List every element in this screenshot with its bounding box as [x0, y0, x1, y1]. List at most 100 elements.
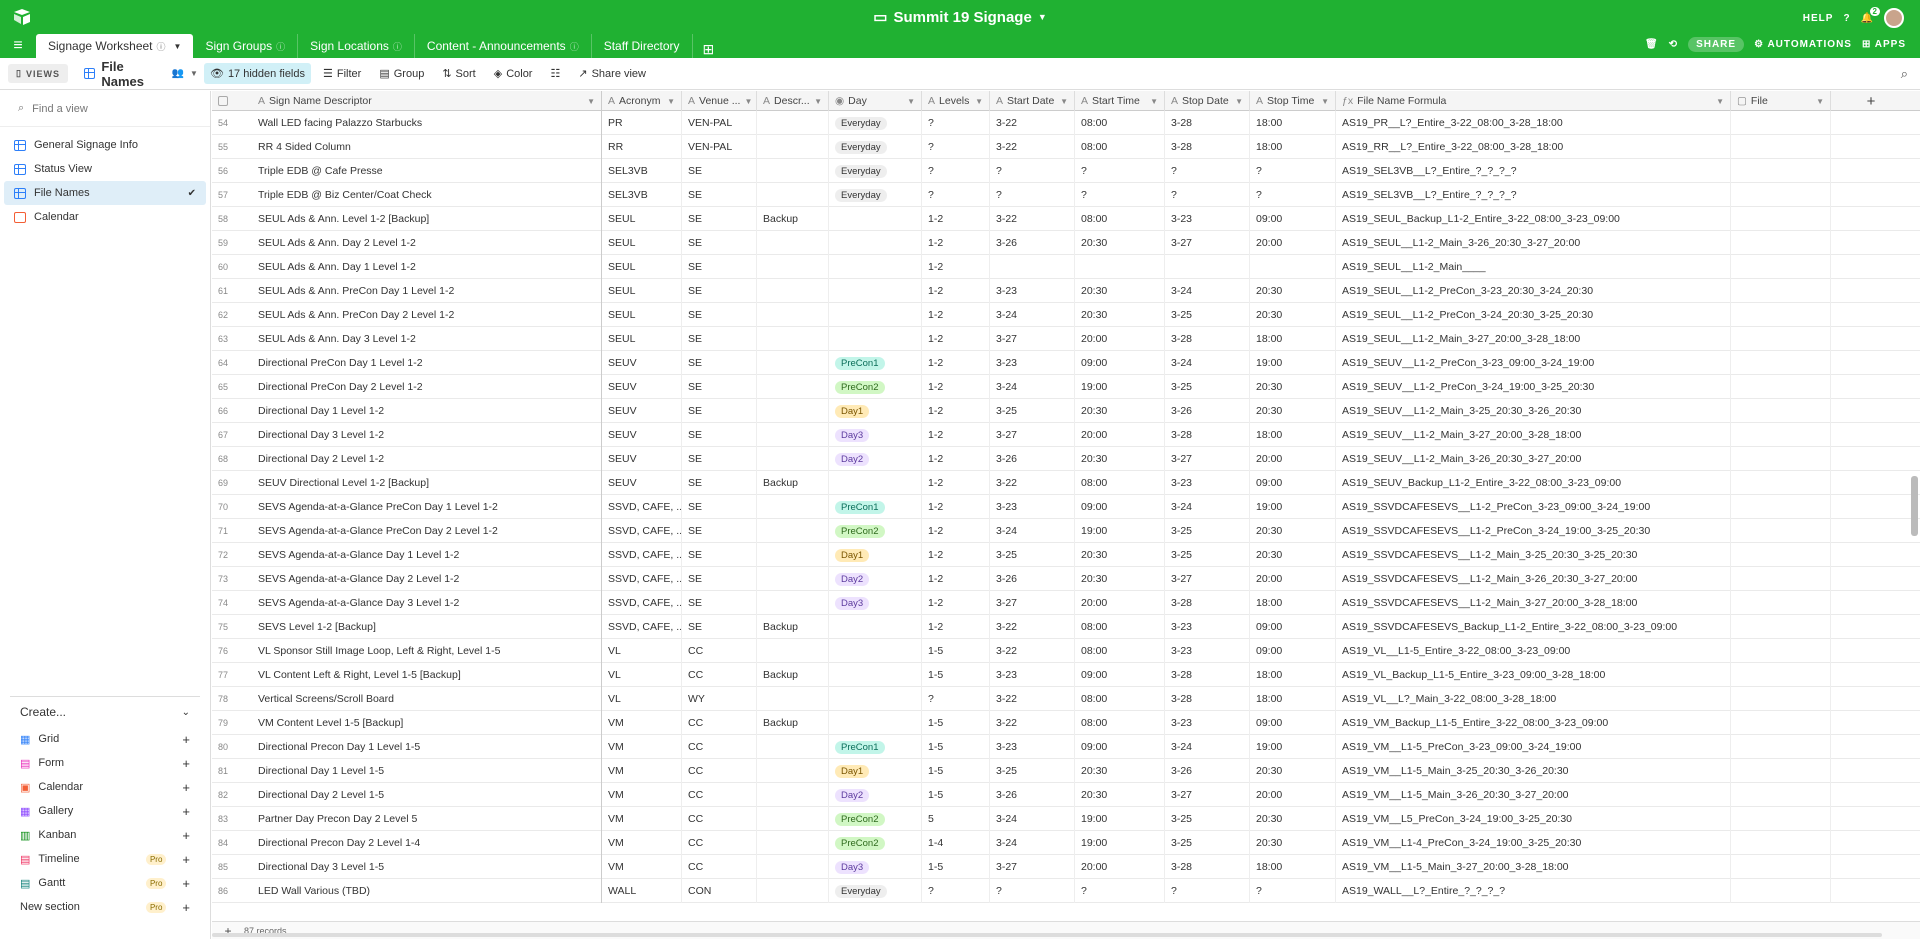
levels-cell[interactable]: 1-2	[922, 303, 990, 327]
venue-cell[interactable]: CC	[682, 759, 757, 783]
chevron-down-icon[interactable]: ▼	[1716, 97, 1724, 106]
start-time-cell[interactable]: 08:00	[1075, 207, 1165, 231]
stop-date-cell[interactable]: 3-27	[1165, 447, 1250, 471]
sign-name-cell[interactable]: SEUL Ads & Ann. PreCon Day 2 Level 1-2	[252, 303, 602, 327]
acronym-cell[interactable]: SEUL	[602, 327, 682, 351]
description-cell[interactable]	[757, 303, 829, 327]
venue-cell[interactable]: SE	[682, 423, 757, 447]
day-cell[interactable]	[829, 279, 922, 303]
sign-name-cell[interactable]: Directional Precon Day 1 Level 1-5	[252, 735, 602, 759]
venue-cell[interactable]: CC	[682, 855, 757, 879]
venue-cell[interactable]: SE	[682, 207, 757, 231]
venue-cell[interactable]: SE	[682, 279, 757, 303]
levels-cell[interactable]: 1-2	[922, 519, 990, 543]
start-time-cell[interactable]: 08:00	[1075, 111, 1165, 135]
table-row[interactable]: 67 Directional Day 3 Level 1-2 SEUV SE Day3 1…	[212, 423, 1920, 447]
sign-name-cell[interactable]: VL Content Left & Right, Level 1-5 [Back…	[252, 663, 602, 687]
file-cell[interactable]	[1731, 447, 1831, 471]
tab-content-announcements[interactable]: Content - Announcements ⓘ	[415, 34, 592, 58]
table-row[interactable]: 80 Directional Precon Day 1 Level 1-5 VM CC…	[212, 735, 1920, 759]
venue-cell[interactable]: VEN-PAL	[682, 135, 757, 159]
table-row[interactable]: 82 Directional Day 2 Level 1-5 VM CC Day2 1-5…	[212, 783, 1920, 807]
day-cell[interactable]: Everyday	[829, 135, 922, 159]
levels-cell[interactable]: 1-2	[922, 495, 990, 519]
column-header-description[interactable]: A Descr... ▼	[757, 91, 829, 111]
description-cell[interactable]	[757, 135, 829, 159]
description-cell[interactable]	[757, 351, 829, 375]
stop-time-cell[interactable]: 09:00	[1250, 471, 1336, 495]
sign-name-cell[interactable]: SEUL Ads & Ann. Day 1 Level 1-2	[252, 255, 602, 279]
file-cell[interactable]	[1731, 327, 1831, 351]
start-time-cell[interactable]: 09:00	[1075, 663, 1165, 687]
sidebar-item-calendar[interactable]: Calendar	[0, 205, 210, 229]
acronym-cell[interactable]: VM	[602, 855, 682, 879]
column-header-sign-name-descriptor[interactable]: A Sign Name Descriptor ▼	[252, 91, 602, 111]
stop-time-cell[interactable]	[1250, 255, 1336, 279]
table-row[interactable]: 78 Vertical Screens/Scroll Board VL WY? 3-22…	[212, 687, 1920, 711]
acronym-cell[interactable]: VM	[602, 783, 682, 807]
stop-date-cell[interactable]: 3-25	[1165, 519, 1250, 543]
tab-signage-worksheet[interactable]: Signage Worksheet ⓘ ▼	[36, 34, 194, 58]
day-cell[interactable]: PreCon1	[829, 351, 922, 375]
acronym-cell[interactable]: SSVD, CAFE, ...	[602, 567, 682, 591]
file-name-formula-cell[interactable]: AS19_VM_Backup_L1-5_Entire_3-22_08:00_3-…	[1336, 711, 1731, 735]
acronym-cell[interactable]: VM	[602, 759, 682, 783]
acronym-cell[interactable]: VM	[602, 711, 682, 735]
create-timeline[interactable]: ▤ Timeline Pro +	[10, 847, 200, 871]
start-date-cell[interactable]: 3-26	[990, 447, 1075, 471]
acronym-cell[interactable]: SEUL	[602, 303, 682, 327]
description-cell[interactable]	[757, 855, 829, 879]
start-time-cell[interactable]: 20:30	[1075, 303, 1165, 327]
day-cell[interactable]: PreCon1	[829, 735, 922, 759]
venue-cell[interactable]: CC	[682, 711, 757, 735]
levels-cell[interactable]: 1-2	[922, 615, 990, 639]
sign-name-cell[interactable]: VL Sponsor Still Image Loop, Left & Righ…	[252, 639, 602, 663]
levels-cell[interactable]: 1-2	[922, 279, 990, 303]
stop-time-cell[interactable]: 09:00	[1250, 207, 1336, 231]
acronym-cell[interactable]: SSVD, CAFE, ...	[602, 495, 682, 519]
start-date-cell[interactable]: 3-24	[990, 807, 1075, 831]
levels-cell[interactable]: 1-5	[922, 639, 990, 663]
stop-date-cell[interactable]: 3-26	[1165, 759, 1250, 783]
file-cell[interactable]	[1731, 231, 1831, 255]
stop-time-cell[interactable]: 18:00	[1250, 327, 1336, 351]
chevron-down-icon[interactable]: ▼	[587, 97, 595, 106]
create-gantt[interactable]: ▤ Gantt Pro +	[10, 871, 200, 895]
day-cell[interactable]: PreCon2	[829, 519, 922, 543]
venue-cell[interactable]: CC	[682, 735, 757, 759]
column-header-stop-date[interactable]: A Stop Date ▼	[1165, 91, 1250, 111]
stop-date-cell[interactable]: 3-23	[1165, 207, 1250, 231]
share-view-button[interactable]: ↗ Share view	[572, 63, 652, 84]
levels-cell[interactable]: 1-2	[922, 543, 990, 567]
file-name-formula-cell[interactable]: AS19_SSVDCAFESEVS__L1-2_Main_3-27_20:00_…	[1336, 591, 1731, 615]
column-header-file-name-formula[interactable]: ƒx File Name Formula ▼	[1336, 91, 1731, 111]
day-cell[interactable]: PreCon2	[829, 807, 922, 831]
file-name-formula-cell[interactable]: AS19_WALL__L?_Entire_?_?_?_?	[1336, 879, 1731, 903]
file-name-formula-cell[interactable]: AS19_SEUL__L1-2_Main_3-26_20:30_3-27_20:…	[1336, 231, 1731, 255]
start-time-cell[interactable]: 20:30	[1075, 399, 1165, 423]
file-name-formula-cell[interactable]: AS19_VM__L1-5_Main_3-27_20:00_3-28_18:00	[1336, 855, 1731, 879]
description-cell[interactable]	[757, 231, 829, 255]
day-cell[interactable]	[829, 639, 922, 663]
description-cell[interactable]	[757, 519, 829, 543]
sign-name-cell[interactable]: Directional Day 3 Level 1-5	[252, 855, 602, 879]
venue-cell[interactable]: SE	[682, 399, 757, 423]
table-row[interactable]: 71 SEVS Agenda-at-a-Glance PreCon Day 2 L…	[212, 519, 1920, 543]
file-name-formula-cell[interactable]: AS19_SEUV__L1-2_Main_3-26_20:30_3-27_20:…	[1336, 447, 1731, 471]
stop-time-cell[interactable]: 20:30	[1250, 399, 1336, 423]
stop-date-cell[interactable]: ?	[1165, 183, 1250, 207]
airtable-logo-icon[interactable]	[12, 7, 32, 27]
vertical-scrollbar[interactable]	[1911, 476, 1918, 536]
sign-name-cell[interactable]: Directional Day 1 Level 1-2	[252, 399, 602, 423]
description-cell[interactable]	[757, 735, 829, 759]
file-name-formula-cell[interactable]: AS19_SSVDCAFESEVS_Backup_L1-2_Entire_3-2…	[1336, 615, 1731, 639]
info-icon[interactable]: ⓘ	[570, 40, 579, 53]
stop-time-cell[interactable]: ?	[1250, 183, 1336, 207]
info-icon[interactable]: ⓘ	[276, 40, 285, 53]
table-row[interactable]: 72 SEVS Agenda-at-a-Glance Day 1 Level 1-…	[212, 543, 1920, 567]
start-date-cell[interactable]: 3-27	[990, 591, 1075, 615]
stop-time-cell[interactable]: 19:00	[1250, 495, 1336, 519]
start-date-cell[interactable]: 3-22	[990, 687, 1075, 711]
acronym-cell[interactable]: RR	[602, 135, 682, 159]
description-cell[interactable]: Backup	[757, 711, 829, 735]
